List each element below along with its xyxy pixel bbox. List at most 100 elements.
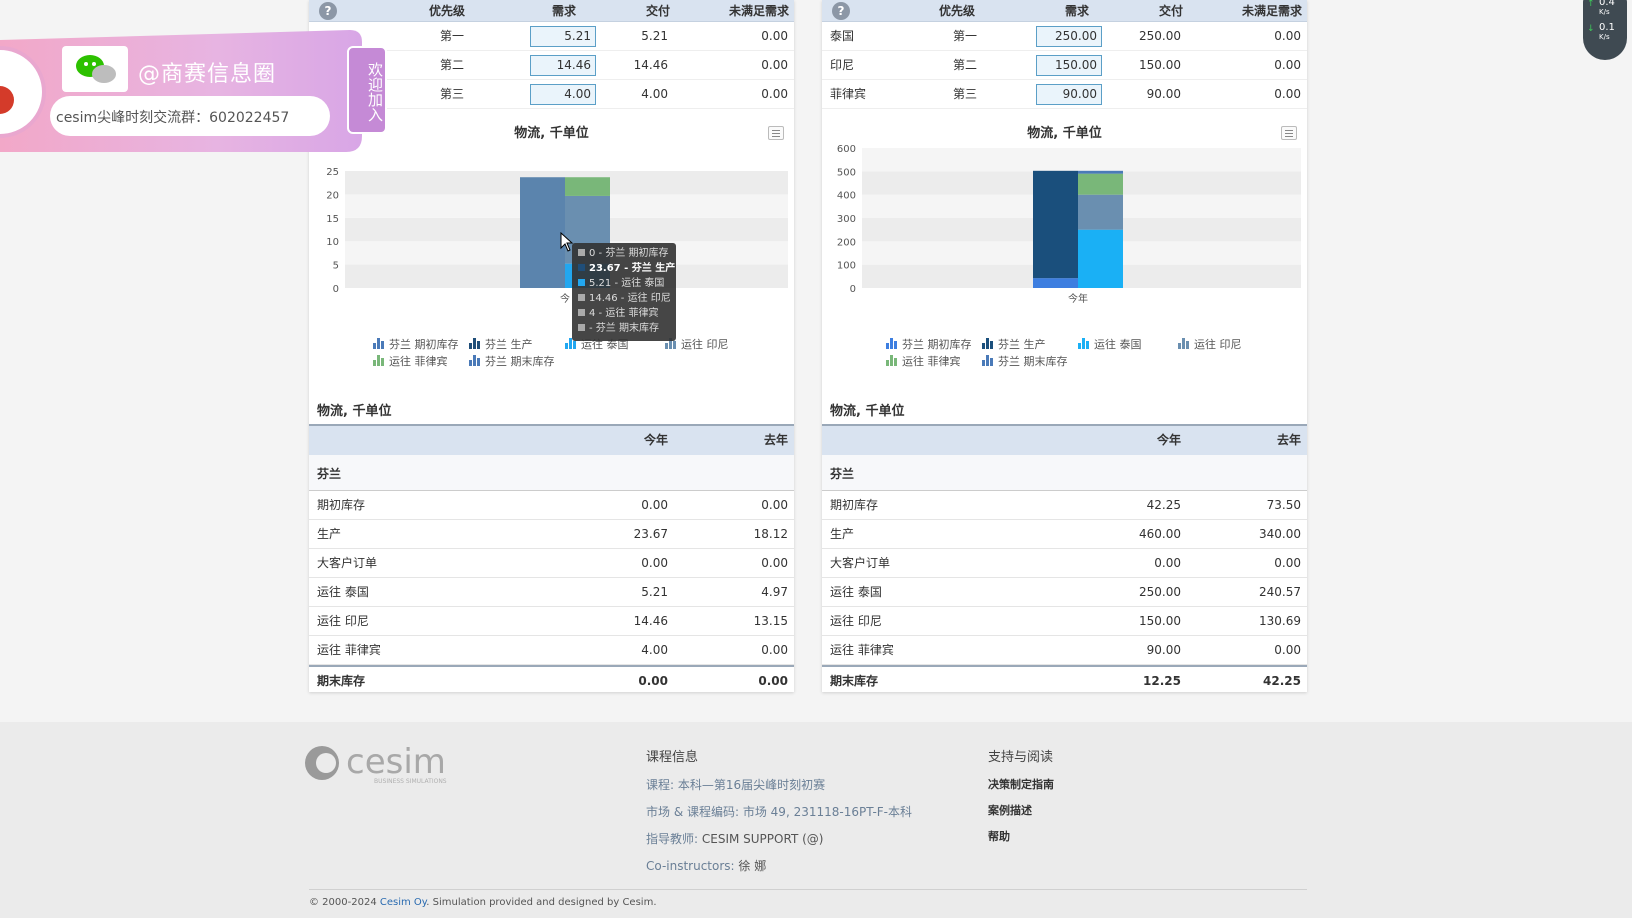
last-year-value: 0.00 [761, 643, 788, 657]
demand-row: 菲律宾 第三 90.00 90.00 0.00 [822, 80, 1307, 109]
table-row: 运往 印尼 14.46 13.15 [309, 607, 794, 636]
last-year-value: 0.00 [1274, 643, 1301, 657]
priority: 第二 [440, 58, 465, 72]
last-year-value: 240.57 [1259, 585, 1301, 599]
priority: 第三 [440, 87, 465, 101]
total-last-year: 42.25 [1263, 674, 1301, 688]
link-help[interactable]: 帮助 [988, 828, 1054, 844]
last-year-value: 340.00 [1259, 527, 1301, 541]
col-delivered: 交付 [1159, 4, 1184, 18]
support-links: 支持与阅读 决策制定指南 案例描述 帮助 [988, 746, 1054, 854]
demand-input[interactable]: 250.00 [1036, 26, 1102, 47]
last-year-value: 4.97 [761, 585, 788, 599]
legend-label: 运往 菲律宾 [902, 355, 961, 368]
row-label: 运往 印尼 [830, 614, 882, 628]
total-last-year: 0.00 [758, 674, 788, 688]
demand-row: 印尼 第二 150.00 150.00 0.00 [822, 51, 1307, 80]
support-heading: 支持与阅读 [988, 750, 1054, 765]
last-year-value: 18.12 [753, 527, 788, 541]
cesim-link[interactable]: Cesim Oy [380, 897, 426, 908]
bar-segment [1033, 278, 1078, 288]
help-icon[interactable]: ? [319, 2, 337, 20]
this-year-value: 4.00 [641, 643, 668, 657]
priority: 第二 [953, 58, 978, 72]
total-this-year: 0.00 [638, 674, 668, 688]
this-year-value: 14.46 [633, 614, 668, 628]
demand-input[interactable]: 4.00 [530, 84, 596, 105]
unmet: 0.00 [1274, 58, 1301, 72]
course-info: 课程信息 课程: 本科—第16届尖峰时刻初赛 市场 & 课程编码: 市场 49,… [646, 746, 912, 884]
chart-menu-icon[interactable] [768, 126, 784, 140]
mouse-cursor-icon [560, 232, 574, 252]
legend-item[interactable]: 芬兰 生产 [469, 336, 533, 352]
priority: 第一 [953, 29, 978, 43]
table-row: 运往 泰国 250.00 240.57 [822, 578, 1307, 607]
table-total-row: 期末库存 12.25 42.25 [822, 665, 1307, 696]
y-tick-label: 0 [333, 284, 339, 295]
legend-label: 芬兰 生产 [485, 338, 533, 351]
table-group-finland: 芬兰 [822, 455, 1307, 491]
legend-item[interactable]: 芬兰 生产 [982, 336, 1046, 352]
col-this-year: 今年 [1156, 433, 1181, 447]
demand-input[interactable]: 5.21 [530, 26, 596, 47]
demand-input[interactable]: 150.00 [1036, 55, 1102, 76]
demand-input[interactable]: 14.46 [530, 55, 596, 76]
y-tick-label: 10 [326, 237, 339, 248]
legend-item[interactable]: 运往 菲律宾 [373, 353, 448, 369]
legend-item[interactable]: 芬兰 期初库存 [886, 336, 972, 352]
tooltip-line: 5.21 - 运往 泰国 [578, 276, 670, 291]
y-tick-label: 20 [326, 190, 339, 201]
legend-swatch-icon [373, 355, 385, 366]
row-label: 运往 泰国 [830, 585, 882, 599]
table-row: 大客户订单 0.00 0.00 [822, 549, 1307, 578]
banner-handle: @商赛信息圈 [138, 62, 277, 87]
col-unmet: 未满足需求 [1242, 4, 1303, 18]
table-row: 运往 印尼 150.00 130.69 [822, 607, 1307, 636]
banner-group-text: cesim尖峰时刻交流群：602022457 [56, 110, 290, 126]
legend-item[interactable]: 运往 印尼 [1178, 336, 1242, 352]
legend-item[interactable]: 运往 泰国 [1078, 336, 1142, 352]
legend-item[interactable]: 芬兰 期末库存 [982, 353, 1068, 369]
upload-arrow-icon: ↑ [1587, 0, 1595, 9]
logistics-chart: 0 100 200 300 400 500 600 今年 [837, 144, 1301, 305]
table-header: 今年 去年 [822, 426, 1307, 455]
link-case-description[interactable]: 案例描述 [988, 802, 1054, 818]
col-unmet: 未满足需求 [729, 4, 790, 18]
this-year-value: 0.00 [641, 556, 668, 570]
legend-item[interactable]: 运往 菲律宾 [886, 353, 961, 369]
unmet: 0.00 [761, 29, 788, 43]
y-tick-label: 0 [850, 284, 856, 295]
upload-speed: 0.4 K/s [1599, 0, 1615, 16]
logistics-table: 今年 去年 芬兰 期初库存 42.25 73.50 生产 460.00 340.00 大… [822, 424, 1307, 696]
demand-input[interactable]: 90.00 [1036, 84, 1102, 105]
chart-title: 物流, 千单位 [1027, 126, 1102, 141]
banner-group-pill: cesim尖峰时刻交流群：602022457 [50, 96, 330, 136]
tooltip-line: 14.46 - 运往 印尼 [578, 291, 671, 306]
table-row: 运往 泰国 5.21 4.97 [309, 578, 794, 607]
wechat-icon [62, 46, 128, 92]
delivered: 250.00 [1139, 29, 1181, 43]
demand-table-header: ? 优先级 需求 交付 未满足需求 [822, 0, 1307, 22]
link-decision-guide[interactable]: 决策制定指南 [988, 776, 1054, 792]
row-label: 运往 印尼 [317, 614, 369, 628]
help-icon[interactable]: ? [832, 2, 850, 20]
chart-tooltip: 0 - 芬兰 期初库存 23.67 - 芬兰 生产 5.21 - 运往 泰国 1… [572, 243, 676, 341]
y-tick-label: 600 [837, 144, 856, 155]
y-tick-label: 300 [837, 214, 856, 225]
demand-table-header: ? 优先级 需求 交付 未满足需求 [309, 0, 794, 22]
delivered: 14.46 [633, 58, 668, 72]
legend-swatch-icon [982, 338, 994, 349]
logistics-panel-right: ? 优先级 需求 交付 未满足需求 泰国 第一 250.00 250.00 0.… [822, 0, 1307, 692]
this-year-value: 23.67 [633, 527, 668, 541]
last-year-value: 13.15 [753, 614, 788, 628]
legend-item[interactable]: 芬兰 期末库存 [469, 353, 555, 369]
col-priority: 优先级 [429, 4, 466, 18]
delivered: 5.21 [641, 29, 668, 43]
y-tick-label: 100 [837, 261, 856, 272]
legend-item[interactable]: 芬兰 期初库存 [373, 336, 459, 352]
chart-menu-icon[interactable] [1281, 126, 1297, 140]
download-speed: 0.1 K/s [1599, 22, 1615, 42]
market: 菲律宾 [830, 87, 867, 101]
bar-segment [1078, 194, 1123, 230]
market: 泰国 [830, 29, 855, 43]
